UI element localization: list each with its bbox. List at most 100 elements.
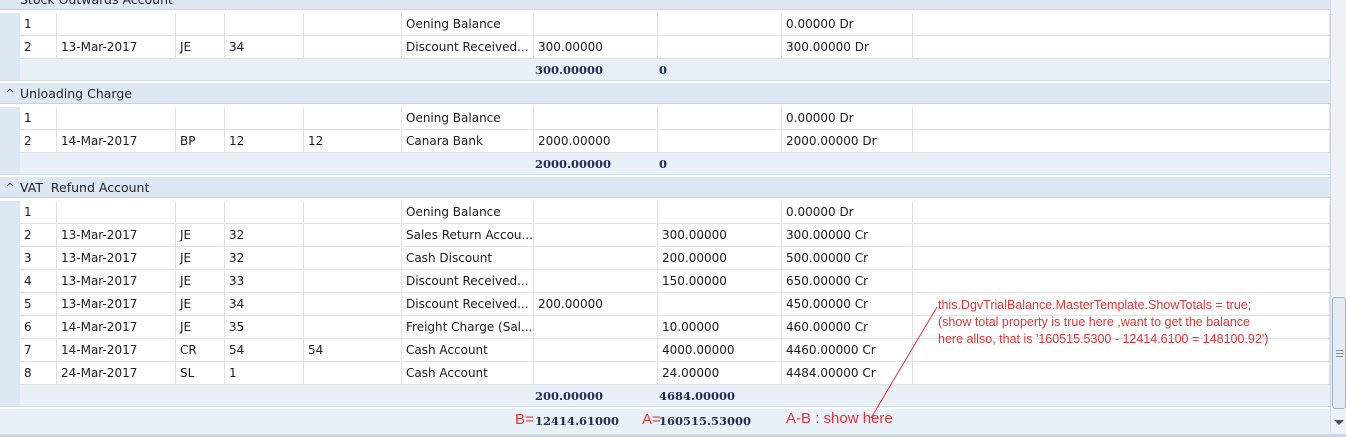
cell-extra[interactable] (913, 36, 1330, 59)
cell-no[interactable]: 5 (20, 293, 57, 316)
cell-type[interactable]: JE (176, 316, 225, 339)
cell-credit[interactable] (658, 201, 782, 224)
table-row[interactable]: 8 24-Mar-2017 SL 1 Cash Account 24.00000 4484.… (0, 362, 1330, 385)
cell-vno[interactable]: 33 (225, 270, 304, 293)
cell-ref[interactable] (304, 270, 402, 293)
cell-date[interactable]: 14-Mar-2017 (57, 339, 176, 362)
cell-extra[interactable] (913, 270, 1330, 293)
cell-credit[interactable] (658, 130, 782, 153)
cell-no[interactable]: 8 (20, 362, 57, 385)
cell-extra[interactable] (913, 130, 1330, 153)
cell-date[interactable]: 13-Mar-2017 (57, 36, 176, 59)
cell-credit[interactable]: 24.00000 (658, 362, 782, 385)
cell-date[interactable]: 24-Mar-2017 (57, 362, 176, 385)
cell-balance[interactable]: 450.00000 Cr (782, 293, 913, 316)
cell-type[interactable]: CR (176, 339, 225, 362)
table-row[interactable]: 1 Oening Balance 0.00000 Dr (0, 13, 1330, 36)
cell-particulars[interactable]: Canara Bank (402, 130, 534, 153)
cell-particulars[interactable]: Oening Balance (402, 107, 534, 130)
cell-credit[interactable] (658, 13, 782, 36)
cell-type[interactable] (176, 13, 225, 36)
cell-credit[interactable]: 300.00000 (658, 224, 782, 247)
cell-particulars[interactable]: Discount Received... (402, 36, 534, 59)
cell-type[interactable]: SL (176, 362, 225, 385)
chevron-up-icon[interactable]: ^ (0, 182, 20, 193)
cell-no[interactable]: 6 (20, 316, 57, 339)
cell-extra[interactable] (913, 362, 1330, 385)
table-row[interactable]: 2 13-Mar-2017 JE 34 Discount Received... 300.… (0, 36, 1330, 59)
cell-ref[interactable] (304, 13, 402, 36)
cell-ref[interactable] (304, 247, 402, 270)
cell-ref[interactable] (304, 201, 402, 224)
cell-particulars[interactable]: Cash Discount (402, 247, 534, 270)
cell-no[interactable]: 1 (20, 13, 57, 36)
cell-extra[interactable] (913, 247, 1330, 270)
cell-credit[interactable]: 150.00000 (658, 270, 782, 293)
cell-debit[interactable]: 300.00000 (534, 36, 658, 59)
cell-ref[interactable] (304, 224, 402, 247)
cell-date[interactable]: 13-Mar-2017 (57, 247, 176, 270)
cell-particulars[interactable]: Oening Balance (402, 13, 534, 36)
table-row[interactable]: 4 13-Mar-2017 JE 33 Discount Received... 150.… (0, 270, 1330, 293)
cell-type[interactable]: JE (176, 36, 225, 59)
cell-ref[interactable] (304, 36, 402, 59)
cell-date[interactable]: 14-Mar-2017 (57, 316, 176, 339)
cell-credit[interactable] (658, 36, 782, 59)
cell-balance[interactable]: 4460.00000 Cr (782, 339, 913, 362)
table-row[interactable]: 1 Oening Balance 0.00000 Dr (0, 107, 1330, 130)
table-row[interactable]: 2 13-Mar-2017 JE 32 Sales Return Accou... 300… (0, 224, 1330, 247)
cell-debit[interactable]: 200.00000 (534, 293, 658, 316)
cell-credit[interactable]: 10.00000 (658, 316, 782, 339)
cell-date[interactable] (57, 13, 176, 36)
cell-debit[interactable] (534, 362, 658, 385)
cell-date[interactable]: 14-Mar-2017 (57, 130, 176, 153)
cell-type[interactable]: JE (176, 247, 225, 270)
cell-balance[interactable]: 300.00000 Dr (782, 36, 913, 59)
cell-debit[interactable] (534, 107, 658, 130)
cell-vno[interactable]: 32 (225, 247, 304, 270)
table-row[interactable]: 3 13-Mar-2017 JE 32 Cash Discount 200.00000 50… (0, 247, 1330, 270)
cell-credit[interactable] (658, 293, 782, 316)
group-header[interactable]: ^ VAT Refund Account (0, 177, 1330, 198)
cell-credit[interactable]: 4000.00000 (658, 339, 782, 362)
vertical-scrollbar[interactable] (1330, 0, 1346, 437)
cell-particulars[interactable]: Discount Received... (402, 293, 534, 316)
cell-extra[interactable] (913, 107, 1330, 130)
scroll-down-arrow-icon[interactable] (1334, 420, 1344, 425)
cell-vno[interactable]: 1 (225, 362, 304, 385)
cell-date[interactable]: 13-Mar-2017 (57, 270, 176, 293)
cell-date[interactable] (57, 201, 176, 224)
cell-date[interactable]: 13-Mar-2017 (57, 293, 176, 316)
cell-type[interactable]: JE (176, 293, 225, 316)
cell-debit[interactable]: 2000.00000 (534, 130, 658, 153)
cell-balance[interactable]: 0.00000 Dr (782, 201, 913, 224)
cell-vno[interactable]: 35 (225, 316, 304, 339)
table-row[interactable]: 1 Oening Balance 0.00000 Dr (0, 201, 1330, 224)
table-row[interactable]: 2 14-Mar-2017 BP 12 12 Canara Bank 2000.00000 2… (0, 130, 1330, 153)
cell-ref[interactable] (304, 107, 402, 130)
cell-no[interactable]: 2 (20, 224, 57, 247)
cell-vno[interactable]: 54 (225, 339, 304, 362)
cell-vno[interactable] (225, 13, 304, 36)
cell-vno[interactable]: 12 (225, 130, 304, 153)
cell-particulars[interactable]: Sales Return Accou... (402, 224, 534, 247)
cell-balance[interactable]: 0.00000 Dr (782, 107, 913, 130)
cell-extra[interactable] (913, 13, 1330, 36)
cell-type[interactable] (176, 107, 225, 130)
cell-credit[interactable] (658, 107, 782, 130)
cell-type[interactable]: BP (176, 130, 225, 153)
cell-vno[interactable] (225, 107, 304, 130)
cell-extra[interactable] (913, 224, 1330, 247)
cell-debit[interactable] (534, 270, 658, 293)
cell-type[interactable] (176, 201, 225, 224)
cell-ref[interactable] (304, 362, 402, 385)
cell-vno[interactable] (225, 201, 304, 224)
cell-particulars[interactable]: Cash Account (402, 339, 534, 362)
cell-ref[interactable]: 12 (304, 130, 402, 153)
cell-balance[interactable]: 460.00000 Cr (782, 316, 913, 339)
cell-ref[interactable]: 54 (304, 339, 402, 362)
cell-debit[interactable] (534, 224, 658, 247)
cell-debit[interactable] (534, 13, 658, 36)
cell-type[interactable]: JE (176, 270, 225, 293)
cell-no[interactable]: 1 (20, 107, 57, 130)
